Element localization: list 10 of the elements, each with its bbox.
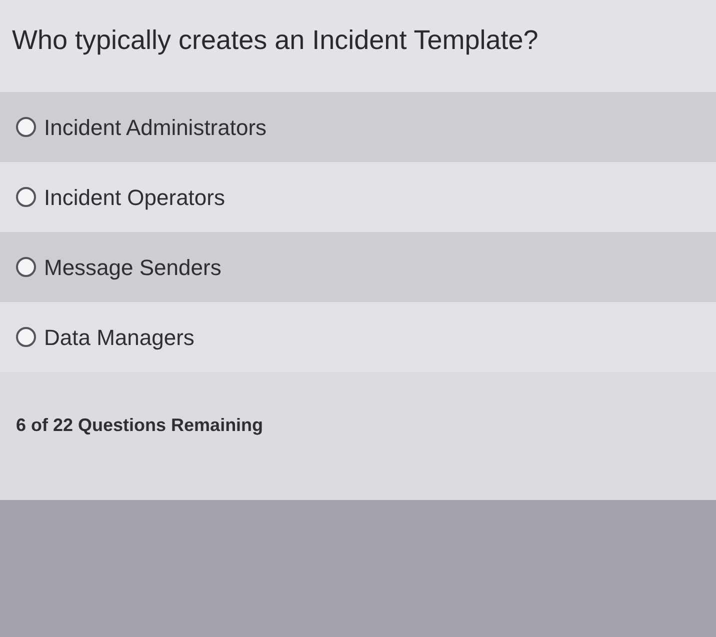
option-label: Incident Operators: [44, 184, 225, 212]
question-text: Who typically creates an Incident Template?: [12, 24, 540, 57]
radio-button[interactable]: [16, 257, 36, 277]
questions-remaining-text: 6 of 22 Questions Remaining: [16, 414, 264, 437]
radio-button[interactable]: [16, 327, 36, 347]
option-label: Incident Administrators: [44, 114, 267, 142]
radio-button[interactable]: [16, 117, 36, 137]
option-label: Data Managers: [44, 324, 194, 352]
radio-button[interactable]: [16, 187, 36, 207]
option-label: Message Senders: [44, 254, 222, 282]
